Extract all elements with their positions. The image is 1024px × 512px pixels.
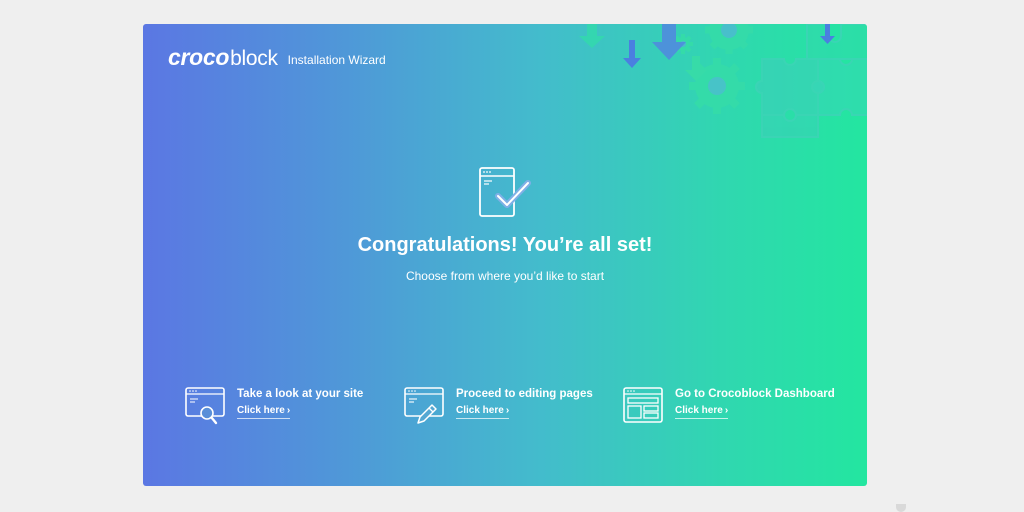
hero-subtitle: Choose from where you’d like to start bbox=[405, 269, 605, 283]
action-view-site: Take a look at your site Click here › bbox=[185, 386, 363, 426]
action-title: Take a look at your site bbox=[237, 388, 364, 400]
crocoblock-logo: croco block bbox=[168, 44, 278, 71]
browser-pencil-icon bbox=[404, 387, 444, 424]
page: croco block Installation Wizard Congratu… bbox=[0, 0, 1024, 512]
action-edit-pages: Proceed to editing pages Click here › bbox=[404, 386, 593, 426]
action-title: Proceed to editing pages bbox=[456, 388, 593, 400]
chevron-right-icon: › bbox=[505, 405, 510, 416]
action-dashboard: Go to Crocoblock Dashboard Click here › bbox=[623, 386, 835, 426]
hero-title: Congratulations! You’re all set! bbox=[357, 234, 653, 256]
edit-pages-link[interactable]: Click here › bbox=[456, 405, 510, 419]
browser-dashboard-icon bbox=[623, 387, 663, 423]
decorative-illustration bbox=[579, 24, 867, 138]
page-corner-shadow bbox=[896, 504, 906, 512]
chevron-right-icon: › bbox=[286, 405, 291, 416]
action-title: Go to Crocoblock Dashboard bbox=[675, 388, 835, 400]
logo-light-text: block bbox=[230, 47, 278, 70]
browser-magnifier-icon bbox=[185, 387, 225, 425]
link-label: Click here bbox=[237, 405, 285, 416]
link-label: Click here bbox=[456, 405, 504, 416]
header: croco block Installation Wizard bbox=[168, 44, 386, 71]
wizard-title: Installation Wizard bbox=[287, 52, 386, 67]
wizard-card: croco block Installation Wizard Congratu… bbox=[143, 24, 867, 486]
view-site-link[interactable]: Click here › bbox=[237, 405, 291, 419]
browser-checkmark-icon bbox=[479, 167, 531, 217]
dashboard-link[interactable]: Click here › bbox=[675, 405, 729, 419]
chevron-right-icon: › bbox=[724, 405, 729, 416]
link-label: Click here bbox=[675, 405, 723, 416]
logo-bold-text: croco bbox=[168, 44, 230, 70]
